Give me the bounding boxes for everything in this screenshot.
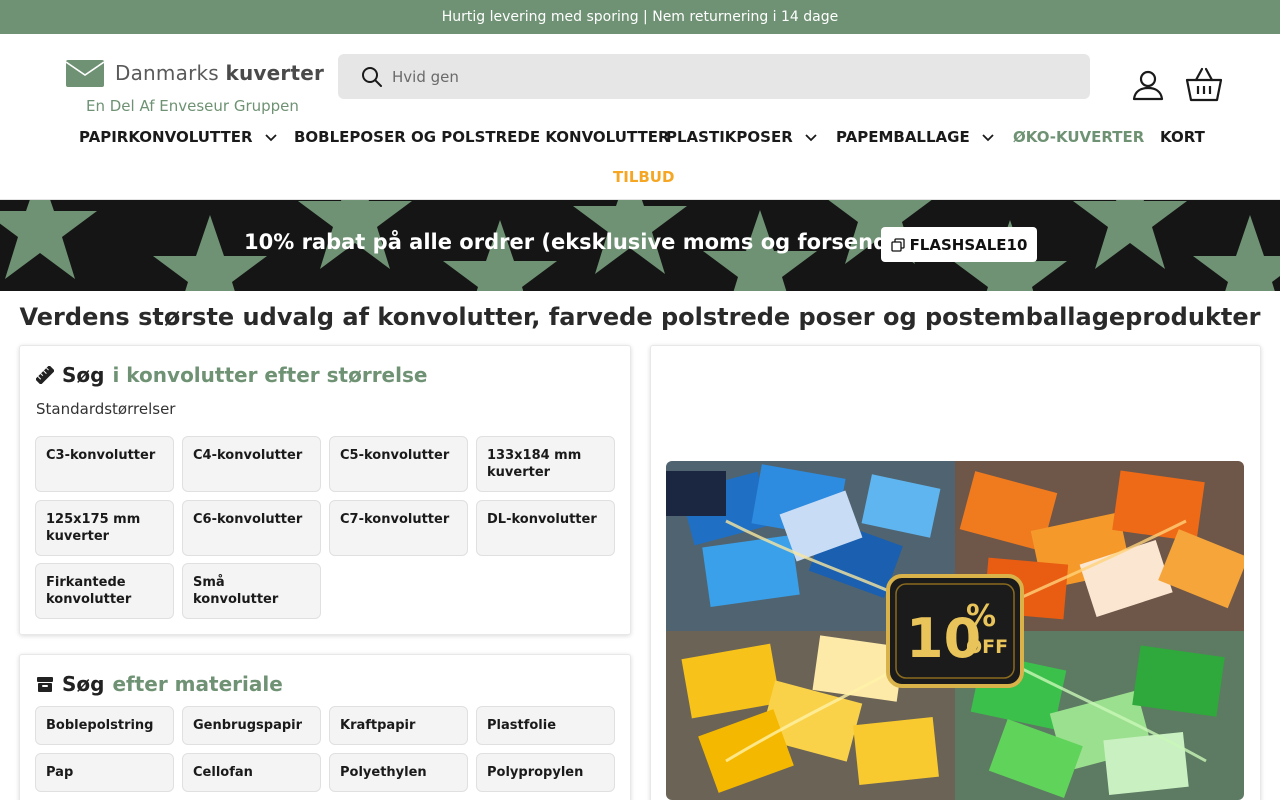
chip-polyethylen[interactable]: Polyethylen	[329, 753, 468, 792]
promo-text: 10% rabat på alle ordrer (eksklusive mom…	[244, 230, 954, 254]
chevron-down-icon	[805, 134, 817, 142]
material-search-title: Søg efter materiale	[36, 672, 283, 696]
chevron-down-icon	[982, 134, 994, 142]
copy-discount-code-button[interactable]: FLASHSALE10	[881, 227, 1037, 262]
chip-c3[interactable]: C3-konvolutter	[35, 436, 174, 492]
envelope-logo-icon	[66, 60, 104, 87]
announcement-text: Hurtig levering med sporing | Nem return…	[441, 9, 839, 25]
nav-item-papirkonvolutter[interactable]: PAPIRKONVOLUTTER	[79, 128, 279, 146]
nav-label: TILBUD	[613, 168, 675, 186]
badge-off: OFF	[966, 636, 1008, 658]
standard-sizes-label: Standardstørrelser	[36, 400, 176, 418]
nav-item-papemballage[interactable]: PAPEMBALLAGE	[836, 128, 996, 146]
chip-125x175[interactable]: 125x175 mm kuverter	[35, 500, 174, 556]
chip-plastfolie[interactable]: Plastfolie	[476, 706, 615, 745]
chip-boblepolstring[interactable]: Boblepolstring	[35, 706, 174, 745]
nav-item-bobleposer[interactable]: BOBLEPOSER OG POLSTREDE KONVOLUTTER	[294, 128, 670, 146]
search-input[interactable]	[392, 54, 1072, 99]
chip-firkantede[interactable]: Firkantede konvolutter	[35, 563, 174, 619]
hero-promo-image[interactable]: 10 % OFF	[666, 461, 1244, 800]
announcement-bar: Hurtig levering med sporing | Nem return…	[0, 0, 1280, 34]
discount-badge: 10 % OFF	[886, 574, 1024, 688]
chip-kraftpapir[interactable]: Kraftpapir	[329, 706, 468, 745]
chip-c5[interactable]: C5-konvolutter	[329, 436, 468, 492]
discount-code: FLASHSALE10	[909, 235, 1028, 254]
search-icon[interactable]	[360, 65, 384, 89]
basket-icon[interactable]	[1185, 67, 1223, 103]
ruler-icon	[36, 366, 54, 384]
nav-label: PAPIRKONVOLUTTER	[79, 128, 253, 146]
site-header: Danmarks kuverter En Del Af Enveseur Gru…	[0, 34, 1280, 200]
nav-item-plastikposer[interactable]: PLASTIKPOSER	[666, 128, 819, 146]
chip-133x184[interactable]: 133x184 mm kuverter	[476, 436, 615, 492]
logo-brand-light: Danmarks	[115, 61, 219, 85]
chip-genbrugspapir[interactable]: Genbrugspapir	[182, 706, 321, 745]
title-prefix: Søg	[62, 672, 105, 696]
site-logo[interactable]: Danmarks kuverter En Del Af Enveseur Gru…	[66, 60, 326, 120]
nav-label: BOBLEPOSER OG POLSTREDE KONVOLUTTER	[294, 128, 670, 146]
title-accent: i konvolutter efter størrelse	[112, 363, 428, 387]
page-headline: Verdens største udvalg af konvolutter, f…	[19, 303, 1261, 331]
nav-label: PAPEMBALLAGE	[836, 128, 970, 146]
copy-icon	[890, 237, 905, 252]
logo-wordmark: Danmarks kuverter	[115, 61, 324, 85]
chip-polypropylen[interactable]: Polypropylen	[476, 753, 615, 792]
size-search-card: Søg i konvolutter efter størrelse Standa…	[19, 345, 631, 635]
chevron-down-icon	[264, 134, 277, 142]
chip-c6[interactable]: C6-konvolutter	[182, 500, 321, 556]
title-accent: efter materiale	[112, 672, 283, 696]
hero-envelopes-illustration: 10 % OFF	[666, 461, 1244, 800]
chip-sma[interactable]: Små konvolutter	[182, 563, 321, 619]
badge-percent: %	[966, 599, 996, 634]
search-bar[interactable]	[338, 54, 1090, 99]
box-icon	[37, 677, 53, 692]
promo-banner: 10% rabat på alle ordrer (eksklusive mom…	[0, 200, 1280, 291]
nav-item-tilbud[interactable]: TILBUD	[613, 168, 674, 186]
size-search-title: Søg i konvolutter efter størrelse	[36, 363, 427, 387]
nav-item-oko-kuverter[interactable]: ØKO-KUVERTER	[1013, 128, 1144, 146]
nav-label: ØKO-KUVERTER	[1013, 128, 1145, 146]
account-icon[interactable]	[1130, 67, 1166, 103]
chip-c4[interactable]: C4-konvolutter	[182, 436, 321, 492]
nav-item-kort[interactable]: KORT	[1160, 128, 1205, 146]
logo-brand-bold: kuverter	[225, 61, 325, 85]
nav-label: KORT	[1160, 128, 1205, 146]
chip-dl[interactable]: DL-konvolutter	[476, 500, 615, 556]
title-prefix: Søg	[62, 363, 105, 387]
chip-c7[interactable]: C7-konvolutter	[329, 500, 468, 556]
chip-pap[interactable]: Pap	[35, 753, 174, 792]
nav-label: PLASTIKPOSER	[666, 128, 793, 146]
material-search-card: Søg efter materiale Boblepolstring Genbr…	[19, 654, 631, 800]
chip-cellofan[interactable]: Cellofan	[182, 753, 321, 792]
logo-tagline: En Del Af Enveseur Gruppen	[86, 97, 299, 115]
